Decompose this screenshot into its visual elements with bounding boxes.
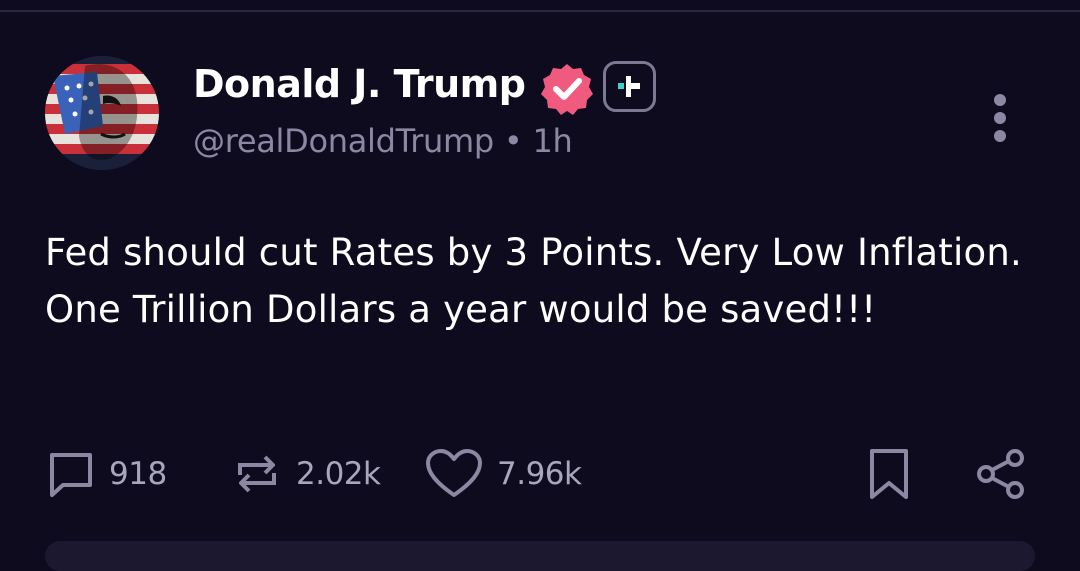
comment-icon bbox=[50, 453, 92, 497]
post-body-text: Fed should cut Rates by 3 Points. Very L… bbox=[45, 231, 1022, 331]
post-timestamp[interactable]: 1h bbox=[533, 122, 573, 160]
bookmark-icon bbox=[870, 449, 908, 499]
plus-badge-icon bbox=[603, 61, 656, 112]
like-count: 7.96k bbox=[497, 456, 582, 492]
author-name[interactable]: Donald J. Trump bbox=[193, 62, 526, 106]
more-vertical-icon bbox=[994, 94, 1006, 142]
author-handle[interactable]: @realDonaldTrump bbox=[193, 122, 494, 160]
bookmark-button[interactable] bbox=[866, 444, 912, 504]
verified-check-icon bbox=[540, 62, 594, 116]
author-meta: @realDonaldTrump • 1h bbox=[193, 122, 573, 160]
reply-count: 918 bbox=[109, 456, 167, 492]
share-button[interactable] bbox=[975, 444, 1027, 504]
like-button[interactable]: 7.96k bbox=[425, 444, 582, 504]
heart-icon bbox=[426, 449, 482, 497]
repost-icon bbox=[238, 455, 276, 493]
avatar[interactable] bbox=[45, 56, 159, 170]
repost-count: 2.02k bbox=[296, 456, 381, 492]
share-icon bbox=[977, 449, 1024, 499]
separator-dot: • bbox=[503, 122, 523, 160]
post-card[interactable]: Donald J. Trump @realDonaldTrump • 1h Fed … bbox=[0, 12, 1080, 553]
reply-button[interactable]: 918 bbox=[47, 444, 167, 504]
top-divider bbox=[0, 0, 1080, 12]
avatar-image bbox=[45, 56, 159, 170]
next-post-preview[interactable] bbox=[45, 541, 1035, 571]
more-options-button[interactable] bbox=[985, 86, 1015, 156]
repost-button[interactable]: 2.02k bbox=[232, 444, 381, 504]
